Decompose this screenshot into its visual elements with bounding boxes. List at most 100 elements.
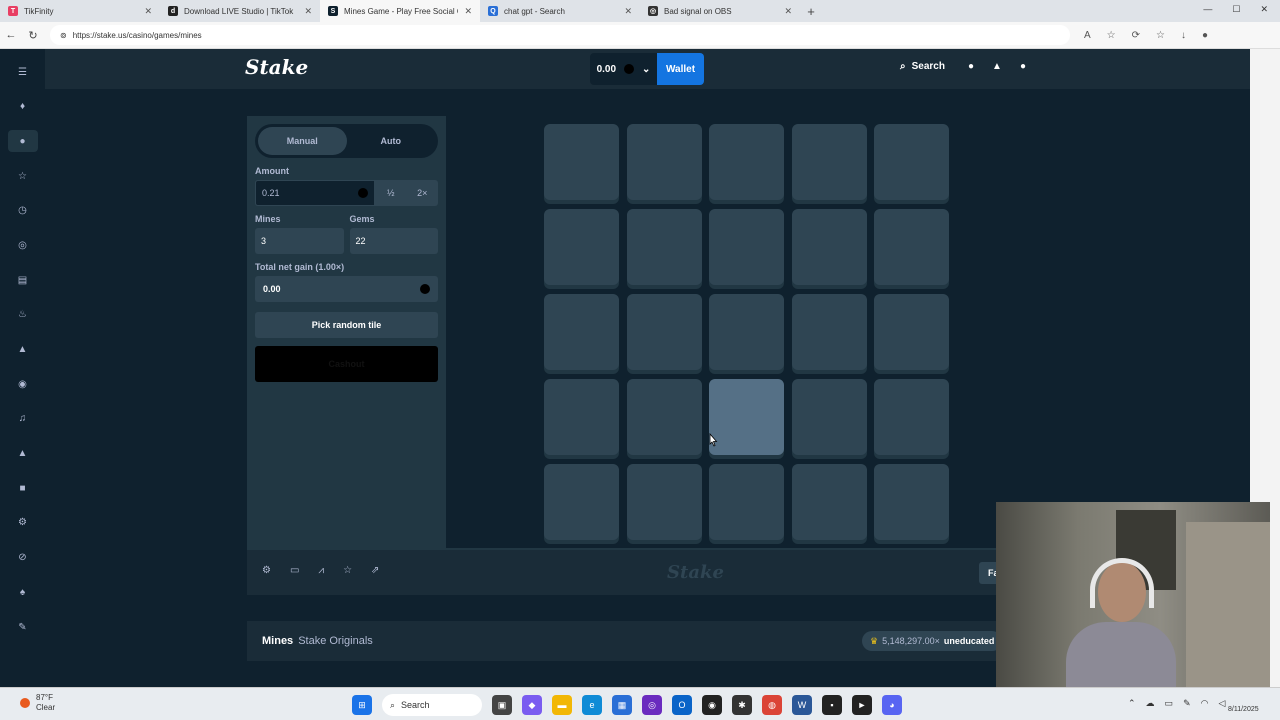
edge-browser-icon[interactable]: e (582, 695, 602, 715)
system-clock[interactable]: 8/11/2025 (1228, 692, 1259, 716)
mine-tile[interactable] (626, 464, 702, 540)
mine-tile[interactable] (709, 124, 784, 200)
collections-icon[interactable]: ☆ (1156, 30, 1165, 41)
mine-tile[interactable] (544, 209, 619, 285)
mine-tile[interactable] (791, 294, 867, 370)
mine-tile[interactable] (709, 379, 784, 455)
close-tab-icon[interactable]: ✕ (464, 6, 472, 17)
challenges-icon[interactable]: ◎ (8, 234, 38, 256)
chevron-up-icon[interactable]: ⌃ (1128, 698, 1136, 709)
mine-tile[interactable] (874, 379, 949, 455)
taskbar-search[interactable]: ⌕ Search (382, 694, 482, 716)
store-icon[interactable]: ▦ (612, 695, 632, 715)
mine-tile[interactable] (791, 209, 867, 285)
browser-tab-mines[interactable]: S Mines Game - Play Free Social Ca ✕ (320, 0, 480, 22)
originals-flame-icon[interactable]: ♨ (8, 304, 38, 326)
close-window-icon[interactable]: ✕ (1260, 4, 1268, 15)
tab-auto[interactable]: Auto (347, 127, 436, 155)
tab-manual[interactable]: Manual (258, 127, 347, 155)
mine-tile[interactable] (709, 209, 784, 285)
cashout-button[interactable]: Cashout (255, 346, 438, 382)
mine-tile[interactable] (626, 379, 702, 455)
chat-icon[interactable]: ● (1020, 61, 1026, 72)
mine-tile[interactable] (626, 209, 702, 285)
obs-icon[interactable]: ◉ (702, 695, 722, 715)
favorite-star-icon[interactable]: ☆ (343, 565, 352, 576)
cloud-icon[interactable]: ☁ (1146, 698, 1155, 709)
double-bet-button[interactable]: 2× (407, 180, 439, 206)
settings-gear-icon[interactable]: ⚙ (262, 565, 271, 576)
close-tab-icon[interactable]: ✕ (304, 6, 312, 17)
wifi-icon[interactable]: ◠ (1201, 698, 1209, 709)
weather-widget[interactable]: 87°F Clear (20, 693, 55, 713)
mine-tile[interactable] (626, 294, 702, 370)
close-tab-icon[interactable]: ✕ (144, 6, 152, 17)
browser-tab-obs[interactable]: ◎ Bad signal on OBS ✕ (640, 0, 800, 22)
app-icon[interactable]: ✱ (732, 695, 752, 715)
copilot-icon[interactable]: ◆ (522, 695, 542, 715)
app-icon[interactable]: ► (852, 695, 872, 715)
mine-tile[interactable] (709, 294, 784, 370)
mine-tile[interactable] (791, 124, 867, 200)
live-support-icon[interactable]: ✎ (8, 616, 38, 638)
extensions-icon[interactable]: ⟳ (1132, 30, 1140, 41)
mine-tile[interactable] (874, 209, 949, 285)
mine-tile[interactable] (791, 464, 867, 540)
app-icon[interactable]: ▪ (822, 695, 842, 715)
outlook-icon[interactable]: O (672, 695, 692, 715)
my-bets-icon[interactable]: ▤ (8, 269, 38, 291)
mine-tile[interactable] (544, 294, 619, 370)
refresh-icon[interactable]: ↻ (22, 29, 44, 42)
menu-icon[interactable]: ☰ (8, 61, 38, 83)
chrome-icon[interactable]: ◍ (762, 695, 782, 715)
url-input[interactable]: ⊚ https://stake.us/casino/games/mines (50, 25, 1070, 45)
game-provider[interactable]: Stake Originals (298, 635, 373, 647)
mine-tile[interactable] (874, 294, 949, 370)
live-stats-icon[interactable]: ⩘ (318, 565, 324, 576)
exclusives-icon[interactable]: ▲ (8, 443, 38, 465)
casino-icon[interactable]: ♦ (8, 96, 38, 118)
read-aloud-icon[interactable]: A (1084, 30, 1091, 41)
profile-avatar-icon[interactable]: ● (1202, 30, 1208, 41)
wallet-button[interactable]: Wallet (657, 53, 704, 85)
mine-tile[interactable] (544, 124, 619, 200)
user-icon[interactable]: ● (968, 61, 974, 72)
recent-clock-icon[interactable]: ◷ (8, 200, 38, 222)
stake-logo[interactable]: Stake (245, 55, 308, 79)
new-releases-icon[interactable]: ■ (8, 477, 38, 499)
minimize-icon[interactable]: — (1203, 4, 1212, 15)
mine-tile[interactable] (544, 379, 619, 455)
maximize-icon[interactable]: ☐ (1232, 4, 1240, 15)
discord-icon[interactable]: ◕ (882, 695, 902, 715)
word-icon[interactable]: W (792, 695, 812, 715)
pen-icon[interactable]: ✎ (1183, 698, 1191, 709)
mines-select[interactable]: 3 (255, 228, 344, 254)
browser-tab-search[interactable]: Q chat gpt - Search ✕ (480, 0, 640, 22)
sponsorships-icon[interactable]: ⊘ (8, 547, 38, 569)
promotions-icon[interactable]: ⚙ (8, 512, 38, 534)
app-icon[interactable]: ◎ (642, 695, 662, 715)
back-icon[interactable]: ← (0, 29, 22, 41)
favorites-star-icon[interactable]: ☆ (8, 165, 38, 187)
close-tab-icon[interactable]: ✕ (784, 6, 792, 17)
monitor-icon[interactable]: ▭ (1165, 698, 1174, 709)
mine-tile[interactable] (791, 379, 867, 455)
browser-tab-tiktok[interactable]: d Download LIVE Studio | TikTok ✕ (160, 0, 320, 22)
browser-tab-tikfinity[interactable]: T TikFinity ✕ (0, 0, 160, 22)
sidebar-item-casino[interactable]: ● (7, 130, 38, 153)
mine-tile[interactable] (874, 464, 949, 540)
downloads-icon[interactable]: ↓ (1181, 30, 1186, 41)
game-shows-icon[interactable]: ♫ (8, 408, 38, 430)
responsible-gambling-icon[interactable]: ♠ (8, 581, 38, 603)
site-info-icon[interactable]: ⊚ (60, 31, 67, 40)
half-bet-button[interactable]: ½ (375, 180, 407, 206)
balance-selector[interactable]: 0.00 ⌄ (590, 53, 657, 85)
mine-tile[interactable] (709, 464, 784, 540)
top-win-badge[interactable]: ♛ 5,148,297.00× uneducated (862, 631, 1003, 651)
volume-icon[interactable]: ◁ (1218, 698, 1225, 709)
favorite-star-icon[interactable]: ☆ (1107, 30, 1116, 41)
mine-tile[interactable] (544, 464, 619, 540)
pick-random-tile-button[interactable]: Pick random tile (255, 312, 438, 338)
mine-tile[interactable] (626, 124, 702, 200)
notifications-bell-icon[interactable]: ▲ (992, 61, 1002, 72)
